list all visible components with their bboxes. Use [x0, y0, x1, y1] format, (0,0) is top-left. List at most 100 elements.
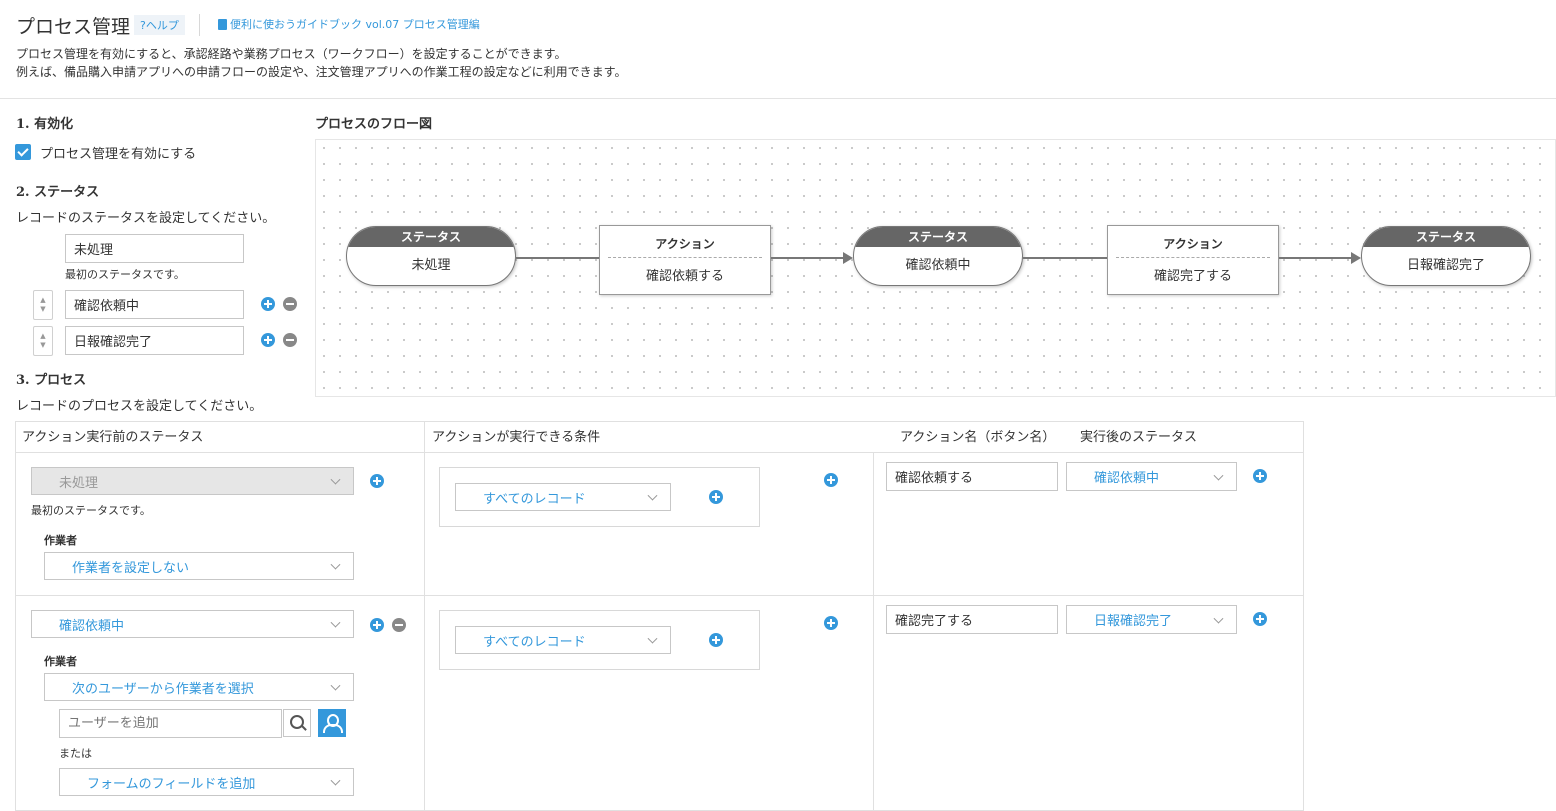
search-icon[interactable]	[283, 709, 311, 737]
add-next-status-icon[interactable]	[1253, 612, 1267, 626]
status-node-label: 日報確認完了	[1406, 258, 1485, 273]
chevron-down-icon	[1213, 470, 1224, 481]
description-line-2: 例えば、備品購入申請アプリへの申請フローの設定や、注文管理アプリへの作業工程の設…	[16, 65, 627, 79]
condition-select-value: すべてのレコード	[483, 491, 586, 507]
remove-process-icon[interactable]	[392, 618, 406, 632]
action-node-header: アクション	[608, 226, 762, 258]
chevron-down-icon	[330, 617, 341, 628]
chevron-down-icon	[330, 680, 341, 691]
status-description: レコードのステータスを設定してください。	[16, 211, 276, 226]
sort-handle-3[interactable]: ▲ ▼	[33, 326, 53, 356]
worker-select[interactable]: 作業者を設定しない	[44, 552, 354, 580]
add-next-status-icon[interactable]	[1253, 469, 1267, 483]
flow-connector	[771, 257, 844, 259]
before-status-value: 未処理	[59, 475, 99, 491]
before-status-select: 未処理	[31, 467, 354, 495]
worker-label: 作業者	[44, 534, 77, 547]
status-input-3[interactable]: 日報確認完了	[65, 326, 244, 355]
chevron-down-icon	[647, 633, 658, 644]
chevron-down-icon	[1213, 613, 1224, 624]
chevron-down-icon	[330, 775, 341, 786]
remove-status-icon[interactable]	[283, 333, 297, 347]
status-node-label: 確認依頼中	[905, 258, 971, 273]
action-node-label: 確認完了する	[1153, 269, 1232, 284]
sort-handle-2[interactable]: ▲ ▼	[33, 290, 53, 320]
table-header-divider	[15, 452, 1304, 453]
add-process-icon[interactable]	[370, 618, 384, 632]
guide-link[interactable]: 便利に使おうガイドブック vol.07 プロセス管理編	[218, 16, 480, 32]
worker-select[interactable]: 次のユーザーから作業者を選択	[44, 673, 354, 701]
flow-connector	[516, 257, 599, 259]
worker-select-value: 作業者を設定しない	[72, 560, 190, 576]
flow-connector	[1279, 257, 1352, 259]
field-select-value: フォームのフィールドを追加	[87, 776, 256, 792]
flow-arrow-icon	[1351, 252, 1361, 264]
status-input-1[interactable]: 未処理	[65, 234, 244, 263]
first-status-note: 最初のステータスです。	[31, 504, 151, 517]
chevron-down-icon	[330, 474, 341, 485]
add-status-icon[interactable]	[261, 333, 275, 347]
condition-select[interactable]: すべてのレコード	[455, 626, 671, 654]
add-process-icon[interactable]	[370, 474, 384, 488]
condition-select-value: すべてのレコード	[483, 634, 586, 650]
flow-connector	[1023, 257, 1107, 259]
page-title: プロセス管理	[16, 16, 131, 38]
status-node-header: ステータス	[1362, 227, 1530, 247]
col-header-after-status: 実行後のステータス	[1080, 430, 1198, 445]
col-header-action-name: アクション名（ボタン名）	[900, 430, 1056, 445]
flow-action-node: アクション 確認完了する	[1107, 225, 1279, 295]
table-row-divider	[15, 595, 1304, 596]
status-node-label: 未処理	[411, 258, 451, 273]
status-node-header: ステータス	[347, 227, 515, 247]
chevron-down-icon	[647, 490, 658, 501]
chevron-down-icon	[330, 559, 341, 570]
next-status-value: 日報確認完了	[1094, 614, 1173, 629]
user-picker-icon[interactable]	[318, 709, 346, 737]
status-heading: 2. ステータス	[16, 185, 100, 200]
worker-select-value: 次のユーザーから作業者を選択	[72, 681, 254, 697]
flow-action-node: アクション 確認依頼する	[599, 225, 771, 295]
enable-checkbox-label[interactable]: プロセス管理を有効にする	[40, 143, 196, 162]
next-status-value: 確認依頼中	[1094, 471, 1160, 486]
guide-link-label: 便利に使おうガイドブック vol.07 プロセス管理編	[230, 18, 480, 31]
flow-diagram-title: プロセスのフロー図	[315, 117, 433, 132]
process-heading: 3. プロセス	[16, 373, 87, 388]
status-node-header: ステータス	[854, 227, 1022, 247]
flow-status-node: ステータス 日報確認完了	[1361, 226, 1531, 286]
action-name-input[interactable]: 確認依頼する	[886, 462, 1058, 491]
next-status-select[interactable]: 日報確認完了	[1066, 605, 1237, 634]
add-action-icon[interactable]	[824, 473, 838, 487]
first-status-note: 最初のステータスです。	[65, 268, 185, 281]
next-status-select[interactable]: 確認依頼中	[1066, 462, 1237, 491]
or-label: または	[59, 747, 92, 760]
add-condition-icon[interactable]	[709, 633, 723, 647]
col-header-condition: アクションが実行できる条件	[432, 430, 601, 445]
process-description: レコードのプロセスを設定してください。	[16, 399, 263, 414]
table-column-divider	[873, 452, 874, 811]
flow-arrow-icon	[843, 252, 853, 264]
action-node-label: 確認依頼する	[645, 269, 724, 284]
status-input-2[interactable]: 確認依頼中	[65, 290, 244, 319]
worker-label: 作業者	[44, 655, 77, 668]
remove-status-icon[interactable]	[283, 297, 297, 311]
add-condition-icon[interactable]	[709, 490, 723, 504]
field-select[interactable]: フォームのフィールドを追加	[59, 768, 354, 796]
user-search-input[interactable]	[59, 709, 282, 738]
flow-status-node: ステータス 確認依頼中	[853, 226, 1023, 286]
header-divider	[199, 14, 200, 36]
enable-heading: 1. 有効化	[16, 117, 74, 132]
description-line-1: プロセス管理を有効にすると、承認経路や業務プロセス（ワークフロー）を設定すること…	[16, 47, 567, 61]
action-name-input[interactable]: 確認完了する	[886, 605, 1058, 634]
add-action-icon[interactable]	[824, 616, 838, 630]
flow-status-node: ステータス 未処理	[346, 226, 516, 286]
add-status-icon[interactable]	[261, 297, 275, 311]
page-description: プロセス管理を有効にすると、承認経路や業務プロセス（ワークフロー）を設定すること…	[16, 45, 626, 81]
col-header-before-status: アクション実行前のステータス	[22, 430, 204, 445]
condition-select[interactable]: すべてのレコード	[455, 483, 671, 511]
before-status-value: 確認依頼中	[59, 618, 125, 634]
help-link[interactable]: ?ヘルプ	[134, 15, 185, 35]
table-column-divider	[424, 421, 425, 811]
enable-checkbox[interactable]	[15, 144, 31, 160]
before-status-select[interactable]: 確認依頼中	[31, 610, 354, 638]
book-icon	[218, 18, 227, 30]
